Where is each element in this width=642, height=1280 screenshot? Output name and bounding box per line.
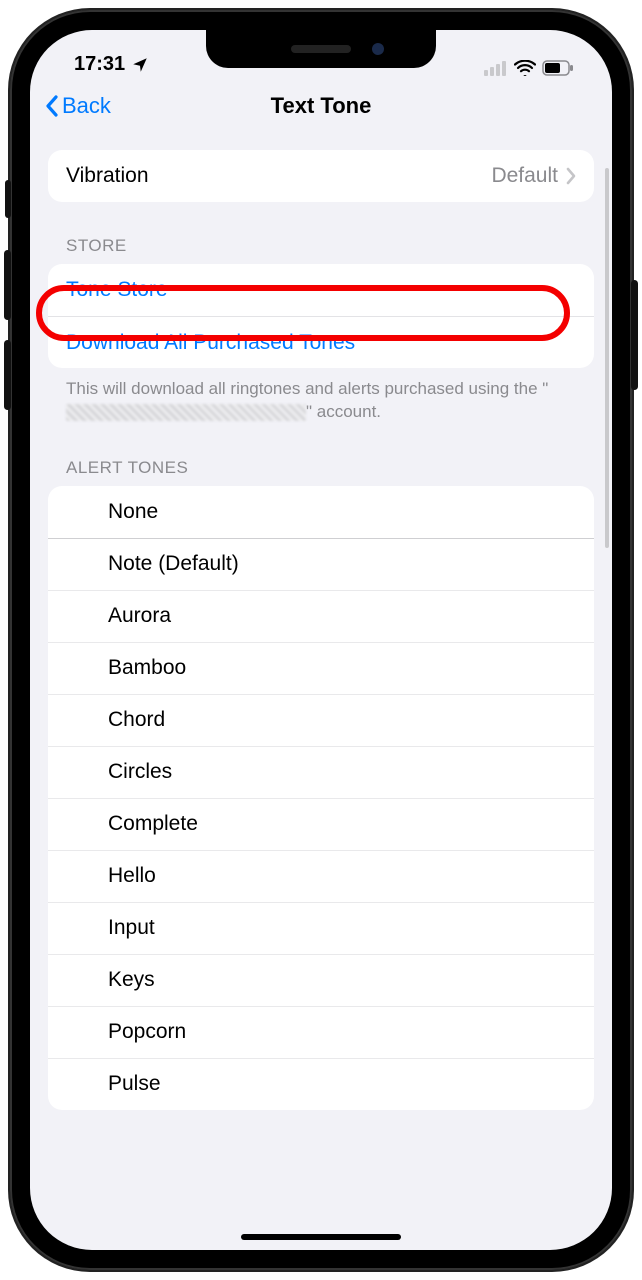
location-icon	[131, 56, 149, 74]
back-label: Back	[62, 93, 111, 119]
vibration-value: Default	[491, 164, 558, 188]
battery-icon	[542, 60, 574, 76]
tone-item-pulse[interactable]: Pulse	[48, 1058, 594, 1110]
store-group: Tone Store Download All Purchased Tones	[48, 264, 594, 368]
alert-tones-header: ALERT TONES	[48, 424, 594, 486]
tone-label: None	[108, 500, 158, 524]
store-footer-note: This will download all ringtones and ale…	[48, 368, 594, 424]
tone-store-cell[interactable]: Tone Store	[48, 264, 594, 316]
tone-label: Pulse	[108, 1072, 161, 1096]
tone-item-keys[interactable]: Keys	[48, 954, 594, 1006]
tone-label: Popcorn	[108, 1020, 186, 1044]
tone-label: Circles	[108, 760, 172, 784]
tone-label: Input	[108, 916, 155, 940]
tone-item-input[interactable]: Input	[48, 902, 594, 954]
mute-switch	[5, 180, 11, 218]
status-time: 17:31	[74, 53, 125, 76]
alert-tones-list: None Note (Default) Aurora Bamboo Chord …	[48, 486, 594, 1110]
tone-label: Note (Default)	[108, 552, 239, 576]
notch	[206, 30, 436, 68]
vibration-group: Vibration Default	[48, 150, 594, 202]
tone-item-hello[interactable]: Hello	[48, 850, 594, 902]
front-camera	[372, 43, 384, 55]
tone-item-popcorn[interactable]: Popcorn	[48, 1006, 594, 1058]
vibration-label: Vibration	[66, 164, 149, 188]
cellular-signal-icon	[484, 60, 508, 76]
tone-item-aurora[interactable]: Aurora	[48, 590, 594, 642]
tone-item-bamboo[interactable]: Bamboo	[48, 642, 594, 694]
store-section-header: STORE	[48, 202, 594, 264]
tone-item-chord[interactable]: Chord	[48, 694, 594, 746]
iphone-frame: 17:31	[10, 10, 632, 1270]
tone-label: Hello	[108, 864, 156, 888]
tone-item-circles[interactable]: Circles	[48, 746, 594, 798]
home-indicator[interactable]	[241, 1234, 401, 1240]
tone-label: Chord	[108, 708, 165, 732]
earpiece-speaker	[291, 45, 351, 53]
redacted-account	[66, 404, 306, 421]
volume-up-button	[4, 250, 11, 320]
power-button	[631, 280, 638, 390]
store-footer-suffix: " account.	[306, 402, 381, 421]
page-title: Text Tone	[271, 93, 372, 119]
tone-item-complete[interactable]: Complete	[48, 798, 594, 850]
chevron-right-icon	[566, 167, 576, 185]
tone-label: Complete	[108, 812, 198, 836]
tone-store-label: Tone Store	[66, 278, 168, 302]
download-all-label: Download All Purchased Tones	[66, 331, 355, 355]
navigation-bar: Back Text Tone	[30, 78, 612, 134]
wifi-icon	[514, 60, 536, 76]
tone-label: Keys	[108, 968, 155, 992]
tone-label: Bamboo	[108, 656, 186, 680]
chevron-left-icon	[44, 94, 60, 118]
vibration-cell[interactable]: Vibration Default	[48, 150, 594, 202]
back-button[interactable]: Back	[44, 93, 111, 119]
volume-down-button	[4, 340, 11, 410]
screen: 17:31	[30, 30, 612, 1250]
tone-item-note-default[interactable]: Note (Default)	[48, 538, 594, 590]
download-all-cell[interactable]: Download All Purchased Tones	[48, 316, 594, 368]
store-footer-prefix: This will download all ringtones and ale…	[66, 379, 548, 398]
tone-label: Aurora	[108, 604, 171, 628]
tone-item-none[interactable]: None	[48, 486, 594, 538]
